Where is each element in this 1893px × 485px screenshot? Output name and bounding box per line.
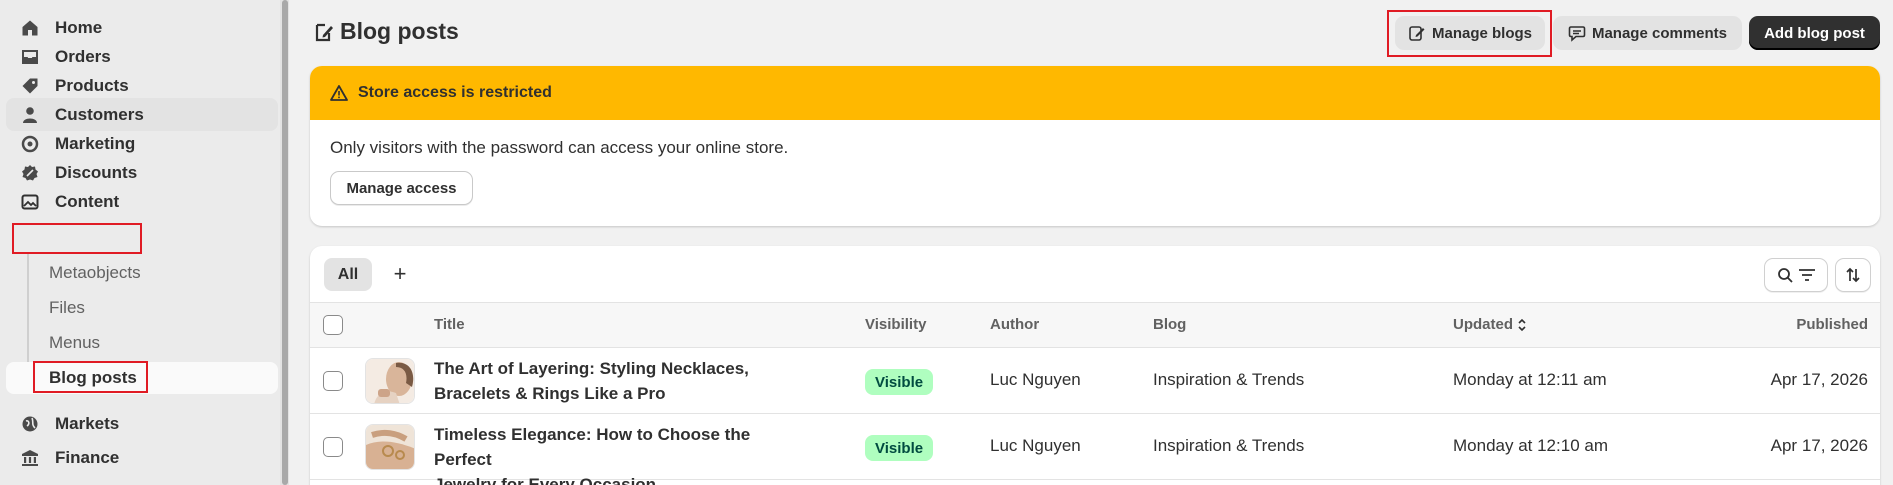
add-view-button[interactable]: +: [388, 261, 412, 286]
author-cell: Luc Nguyen: [990, 436, 1081, 455]
search-icon: [1777, 267, 1794, 284]
column-updated[interactable]: Updated: [1453, 316, 1527, 333]
store-access-banner: Store access is restricted Only visitors…: [310, 66, 1880, 226]
updated-cell: Monday at 12:10 am: [1453, 436, 1608, 455]
post-thumbnail: [365, 358, 415, 404]
edit-document-icon: [314, 21, 334, 43]
sidebar-item-menus[interactable]: Menus: [6, 327, 278, 359]
column-blog: Blog: [1153, 316, 1187, 333]
post-title[interactable]: Timeless Elegance: How to Choose the Per…: [434, 422, 774, 485]
sidebar-item-finance[interactable]: Finance: [6, 441, 278, 474]
updated-cell: Monday at 12:11 am: [1453, 370, 1607, 389]
table-row[interactable]: The Art of Layering: Styling Necklaces, …: [310, 348, 1880, 414]
column-visibility: Visibility: [865, 316, 927, 333]
published-cell: Apr 17, 2026: [1770, 436, 1868, 455]
column-title: Title: [434, 316, 465, 333]
post-thumbnail: [365, 424, 415, 470]
row-checkbox[interactable]: [323, 371, 343, 391]
sidebar-item-label: Markets: [55, 413, 120, 433]
person-icon: [20, 105, 40, 125]
sidebar-item-content[interactable]: Content: [6, 185, 278, 218]
sidebar-item-label: Customers: [55, 104, 144, 124]
page-title-text: Blog posts: [340, 18, 459, 44]
author-cell: Luc Nguyen: [990, 370, 1081, 389]
sidebar-item-blog-posts[interactable]: Blog posts: [6, 362, 278, 394]
tab-all[interactable]: All: [324, 258, 372, 291]
manage-access-button[interactable]: Manage access: [330, 171, 473, 205]
manage-blogs-label: Manage blogs: [1431, 24, 1532, 42]
sidebar-item-label: Content: [55, 191, 120, 211]
post-title-line: The Art of Layering: Styling Necklaces,: [434, 359, 749, 378]
sidebar-item-label: Home: [55, 17, 103, 37]
edit-document-icon: [1408, 24, 1426, 42]
column-published: Published: [1796, 316, 1868, 333]
manage-blogs-button[interactable]: Manage blogs: [1395, 16, 1545, 50]
sidebar-item-metaobjects[interactable]: Metaobjects: [6, 257, 278, 289]
visibility-badge: Visible: [865, 435, 934, 461]
highlight-box-content: [12, 223, 142, 254]
filter-icon: [1798, 267, 1816, 283]
column-author: Author: [990, 316, 1040, 333]
sidebar-item-label: Orders: [55, 46, 111, 66]
sort-icon: [1844, 266, 1862, 284]
inbox-icon: [20, 47, 40, 67]
blog-cell: Inspiration & Trends: [1153, 370, 1305, 389]
blog-cell: Inspiration & Trends: [1153, 436, 1305, 455]
discount-icon: [20, 163, 40, 183]
home-icon: [20, 18, 40, 38]
post-title-line: Jewelry for Every Occasion: [434, 475, 657, 485]
target-icon: [20, 134, 40, 154]
banner-title: Store access is restricted: [358, 84, 552, 101]
column-updated-label: Updated: [1453, 316, 1513, 333]
sidebar: Home Orders Products Customers Marketing…: [0, 0, 284, 485]
table-row[interactable]: Timeless Elegance: How to Choose the Per…: [310, 414, 1880, 485]
sort-chevron-icon: [1517, 318, 1527, 332]
blog-posts-table: All + Title Visibility Author Blog Updat…: [310, 246, 1880, 485]
sidebar-item-label: Marketing: [55, 133, 136, 153]
warning-icon: [330, 84, 348, 102]
image-icon: [20, 192, 40, 212]
banner-header: Store access is restricted: [310, 66, 1880, 120]
sidebar-item-label: Finance: [55, 447, 120, 467]
tag-icon: [20, 76, 40, 96]
post-title[interactable]: The Art of Layering: Styling Necklaces, …: [434, 356, 774, 406]
post-title-line: Timeless Elegance: How to Choose the Per…: [434, 425, 751, 469]
sidebar-item-markets[interactable]: Markets: [6, 407, 278, 440]
sort-button[interactable]: [1835, 258, 1871, 292]
bank-icon: [20, 448, 40, 468]
search-filter-button[interactable]: [1764, 258, 1828, 292]
comment-icon: [1568, 24, 1586, 42]
banner-text: Only visitors with the password can acce…: [330, 138, 789, 157]
add-blog-post-button[interactable]: Add blog post: [1749, 16, 1880, 50]
post-title-line: Bracelets & Rings Like a Pro: [434, 384, 666, 403]
page-title: Blog posts: [314, 18, 459, 45]
manage-comments-button[interactable]: Manage comments: [1553, 16, 1742, 50]
row-checkbox[interactable]: [323, 437, 343, 457]
sidebar-scrollbar-thumb[interactable]: [282, 0, 288, 485]
globe-icon: [20, 414, 40, 434]
sidebar-item-label: Discounts: [55, 162, 138, 182]
visibility-badge: Visible: [865, 369, 934, 395]
sidebar-item-files[interactable]: Files: [6, 292, 278, 324]
published-cell: Apr 17, 2026: [1770, 370, 1868, 389]
select-all-checkbox[interactable]: [323, 315, 343, 335]
sidebar-item-label: Products: [55, 75, 129, 95]
manage-comments-label: Manage comments: [1591, 24, 1728, 42]
table-header: Title Visibility Author Blog Updated Pub…: [310, 302, 1880, 348]
